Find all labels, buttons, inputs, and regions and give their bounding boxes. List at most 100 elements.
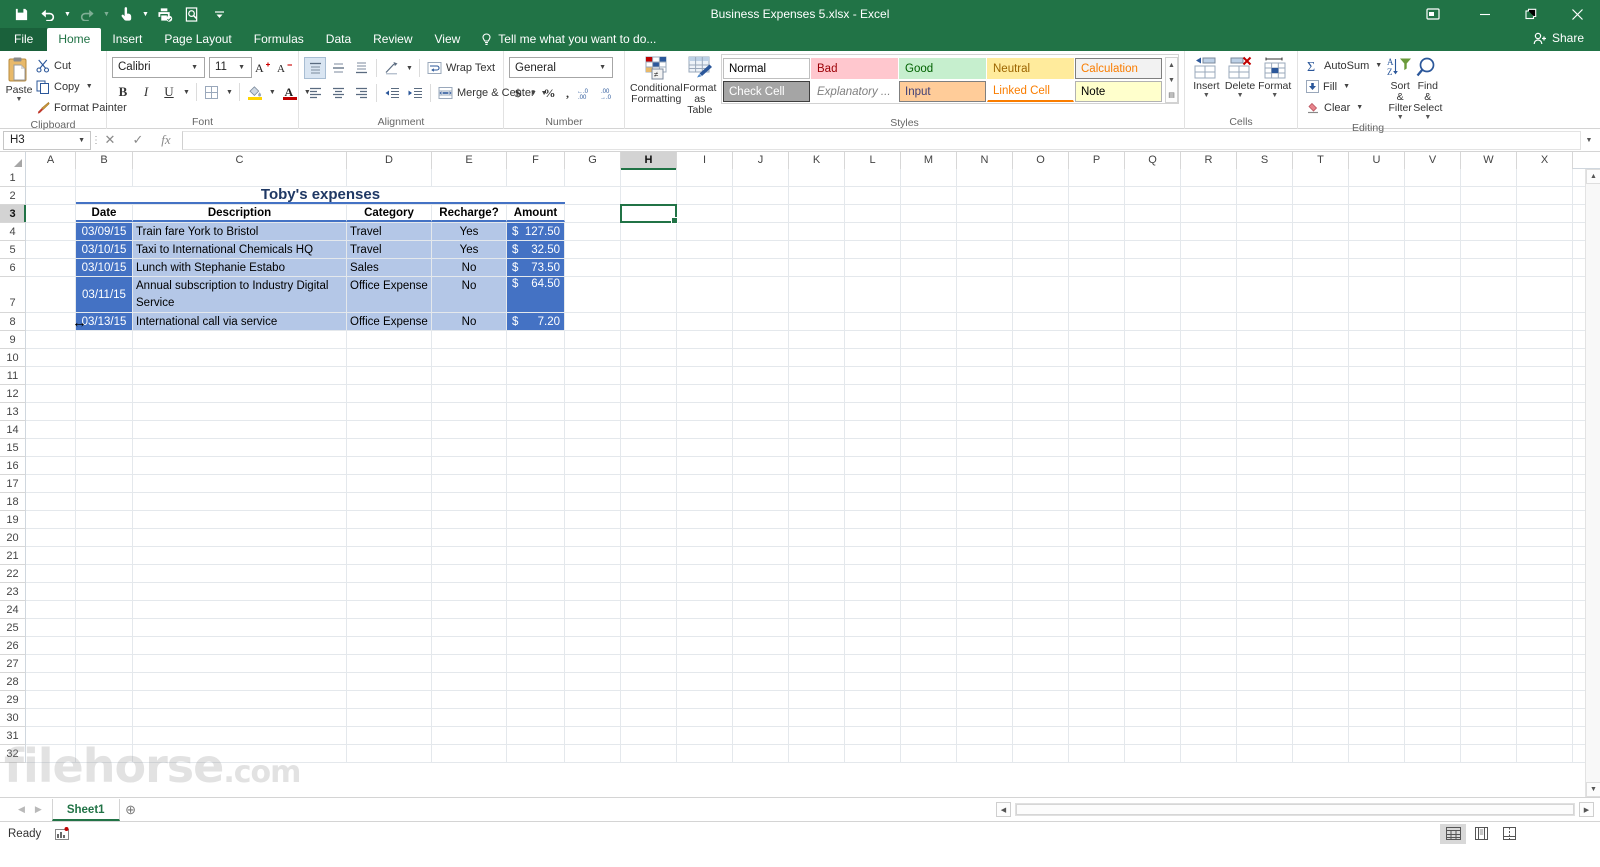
cell-M31[interactable] [901, 727, 957, 744]
cell-L23[interactable] [845, 583, 901, 600]
cell-A30[interactable] [26, 709, 76, 726]
cell-V31[interactable] [1405, 727, 1461, 744]
cell-R20[interactable] [1181, 529, 1237, 546]
cell-S14[interactable] [1237, 421, 1293, 438]
cell-L27[interactable] [845, 655, 901, 672]
column-header-H[interactable]: H [621, 152, 677, 169]
cell-H15[interactable] [621, 439, 677, 456]
cell-L11[interactable] [845, 367, 901, 384]
cell-W9[interactable] [1461, 331, 1517, 348]
cell-S27[interactable] [1237, 655, 1293, 672]
cell-P6[interactable] [1069, 259, 1125, 276]
cancel-formula-icon[interactable]: ✕ [96, 130, 124, 151]
autosum-dropdown-icon[interactable]: ▼ [1373, 62, 1384, 69]
cell-J1[interactable] [733, 169, 789, 186]
cell-P28[interactable] [1069, 673, 1125, 690]
print-preview-icon[interactable] [179, 3, 205, 25]
cell-V2[interactable] [1405, 187, 1461, 204]
cell-I21[interactable] [677, 547, 733, 564]
cell-X11[interactable] [1517, 367, 1573, 384]
cell-K12[interactable] [789, 385, 845, 402]
cell-P10[interactable] [1069, 349, 1125, 366]
cell-Q31[interactable] [1125, 727, 1181, 744]
cell-D6[interactable]: Sales [347, 259, 432, 276]
cell-S18[interactable] [1237, 493, 1293, 510]
cell-U15[interactable] [1349, 439, 1405, 456]
number-format-dropdown-icon[interactable]: ▼ [595, 64, 610, 71]
cell-I2[interactable] [677, 187, 733, 204]
cell-E8[interactable]: No [432, 313, 507, 330]
cell-E15[interactable] [432, 439, 507, 456]
cell-F16[interactable] [507, 457, 565, 474]
cell-M22[interactable] [901, 565, 957, 582]
cell-I11[interactable] [677, 367, 733, 384]
cell-I14[interactable] [677, 421, 733, 438]
cell-N23[interactable] [957, 583, 1013, 600]
cell-R3[interactable] [1181, 205, 1237, 222]
cell-style-bad[interactable]: Bad [811, 58, 898, 79]
cell-T18[interactable] [1293, 493, 1349, 510]
cell-K30[interactable] [789, 709, 845, 726]
cell-S22[interactable] [1237, 565, 1293, 582]
hscroll-left-icon[interactable]: ◀ [996, 802, 1011, 817]
cell-R13[interactable] [1181, 403, 1237, 420]
cell-C16[interactable] [133, 457, 347, 474]
cell-C19[interactable] [133, 511, 347, 528]
cell-J8[interactable] [733, 313, 789, 330]
column-header-K[interactable]: K [789, 152, 845, 169]
cell-D4[interactable]: Travel [347, 223, 432, 240]
cell-A7[interactable] [26, 277, 76, 312]
cell-G17[interactable] [565, 475, 621, 492]
cell-S4[interactable] [1237, 223, 1293, 240]
cell-W1[interactable] [1461, 169, 1517, 186]
row-header-17[interactable]: 17 [0, 475, 26, 493]
cell-A11[interactable] [26, 367, 76, 384]
cell-G4[interactable] [565, 223, 621, 240]
cell-D16[interactable] [347, 457, 432, 474]
cell-L3[interactable] [845, 205, 901, 222]
cell-U7[interactable] [1349, 277, 1405, 312]
cell-L9[interactable] [845, 331, 901, 348]
format-as-table-button[interactable]: Format as Table [683, 54, 717, 116]
cell-X16[interactable] [1517, 457, 1573, 474]
cell-V30[interactable] [1405, 709, 1461, 726]
cell-X30[interactable] [1517, 709, 1573, 726]
cell-L13[interactable] [845, 403, 901, 420]
cell-S6[interactable] [1237, 259, 1293, 276]
cell-B4[interactable]: 03/09/15 [76, 223, 133, 240]
cell-W24[interactable] [1461, 601, 1517, 618]
cell-U4[interactable] [1349, 223, 1405, 240]
cell-L7[interactable] [845, 277, 901, 312]
cell-F19[interactable] [507, 511, 565, 528]
cell-F18[interactable] [507, 493, 565, 510]
cell-I20[interactable] [677, 529, 733, 546]
cell-O28[interactable] [1013, 673, 1069, 690]
cell-G14[interactable] [565, 421, 621, 438]
cell-P1[interactable] [1069, 169, 1125, 186]
cell-F23[interactable] [507, 583, 565, 600]
cell-F32[interactable] [507, 745, 565, 762]
cell-N17[interactable] [957, 475, 1013, 492]
cell-Q6[interactable] [1125, 259, 1181, 276]
save-icon[interactable] [8, 3, 34, 25]
cell-L24[interactable] [845, 601, 901, 618]
expand-formula-bar-icon[interactable]: ▼ [1581, 130, 1597, 151]
cell-X19[interactable] [1517, 511, 1573, 528]
cell-C11[interactable] [133, 367, 347, 384]
tab-file[interactable]: File [0, 28, 47, 51]
cell-T16[interactable] [1293, 457, 1349, 474]
cell-C29[interactable] [133, 691, 347, 708]
cell-M9[interactable] [901, 331, 957, 348]
touch-mouse-mode-icon[interactable] [113, 3, 139, 25]
cell-P2[interactable] [1069, 187, 1125, 204]
cell-U19[interactable] [1349, 511, 1405, 528]
cell-L5[interactable] [845, 241, 901, 258]
cell-W30[interactable] [1461, 709, 1517, 726]
cell-M25[interactable] [901, 619, 957, 636]
cell-F10[interactable] [507, 349, 565, 366]
cell-A21[interactable] [26, 547, 76, 564]
cell-O6[interactable] [1013, 259, 1069, 276]
cell-U14[interactable] [1349, 421, 1405, 438]
cell-O30[interactable] [1013, 709, 1069, 726]
cell-L1[interactable] [845, 169, 901, 186]
